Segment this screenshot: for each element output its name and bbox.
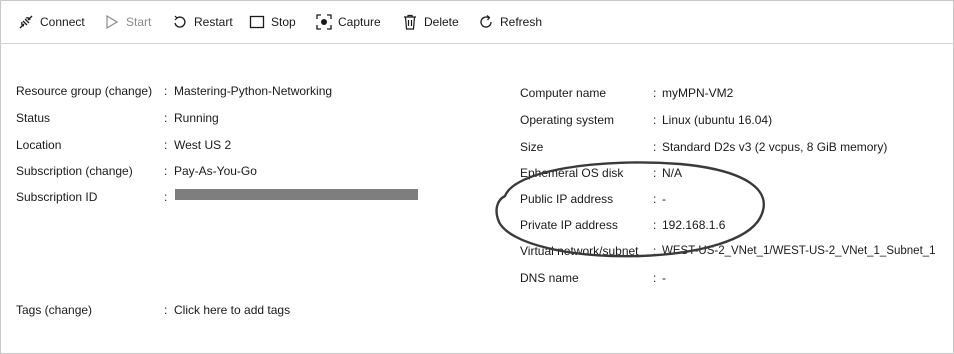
property-label[interactable]: Subscription (change) (16, 163, 133, 179)
property-value: West US 2 (174, 138, 232, 152)
property-value[interactable]: WEST-US-2_VNet_1/WEST-US-2_VNet_1_Subnet… (662, 243, 936, 259)
property-separator: : (653, 140, 657, 154)
property-value: N/A (662, 166, 683, 180)
property-separator: : (164, 84, 168, 98)
property-value[interactable]: Pay-As-You-Go (174, 163, 257, 179)
property-value: 192.168.1.6 (662, 218, 726, 232)
connect-icon (18, 14, 34, 30)
property-label: Operating system (520, 113, 615, 127)
add-tags-link[interactable]: Click here to add tags (174, 302, 290, 318)
property-label: Public IP address (520, 192, 614, 206)
property-separator: : (653, 271, 657, 285)
restart-icon (172, 14, 188, 30)
restart-button[interactable]: Restart (172, 13, 233, 31)
redacted-subscription-id (175, 189, 418, 200)
property-label[interactable]: Resource group (change) (16, 83, 152, 99)
vm-overview-panel (0, 0, 954, 354)
property-separator: : (164, 111, 168, 125)
start-label: Start (126, 15, 152, 29)
property-label: Status (16, 111, 51, 125)
capture-label: Capture (338, 15, 381, 29)
property-label: Virtual network/subnet (520, 244, 639, 258)
property-label: Location (16, 138, 62, 152)
connect-button[interactable]: Connect (18, 13, 85, 31)
property-label: Private IP address (520, 218, 618, 232)
property-label[interactable]: Tags (change) (16, 302, 92, 318)
property-value: - (662, 271, 666, 285)
property-value[interactable]: Standard D2s v3 (2 vcpus, 8 GiB memory) (662, 139, 887, 155)
property-value: - (662, 192, 666, 206)
property-value: myMPN-VM2 (662, 86, 734, 100)
property-separator: : (164, 138, 168, 152)
property-separator: : (653, 86, 657, 100)
property-label: Size (520, 140, 544, 154)
property-separator: : (653, 192, 657, 206)
restart-label: Restart (194, 15, 233, 29)
delete-label: Delete (424, 15, 459, 29)
capture-icon (316, 14, 332, 30)
stop-label: Stop (271, 15, 296, 29)
property-label: DNS name (520, 271, 579, 285)
property-label: Ephemeral OS disk (520, 166, 624, 180)
property-separator: : (653, 244, 657, 258)
property-separator: : (653, 166, 657, 180)
property-separator: : (653, 218, 657, 232)
connect-label: Connect (40, 15, 85, 29)
property-value[interactable]: Mastering-Python-Networking (174, 83, 332, 99)
stop-icon (249, 14, 265, 30)
refresh-icon (478, 14, 494, 30)
property-label: Subscription ID (16, 190, 98, 204)
toolbar: Connect Start Restart Stop Capture Delet… (0, 0, 954, 44)
start-button[interactable]: Start (104, 13, 151, 31)
capture-button[interactable]: Capture (316, 13, 381, 31)
property-label: Computer name (520, 86, 607, 100)
property-separator: : (164, 164, 168, 178)
stop-button[interactable]: Stop (249, 13, 296, 31)
property-value: Running (174, 111, 219, 125)
property-separator: : (653, 113, 657, 127)
play-icon (104, 14, 120, 30)
property-separator: : (164, 303, 168, 317)
trash-icon (402, 14, 418, 30)
refresh-button[interactable]: Refresh (478, 13, 542, 31)
delete-button[interactable]: Delete (402, 13, 459, 31)
property-separator: : (164, 190, 168, 204)
property-value: Linux (ubuntu 16.04) (662, 113, 773, 127)
refresh-label: Refresh (500, 15, 543, 29)
